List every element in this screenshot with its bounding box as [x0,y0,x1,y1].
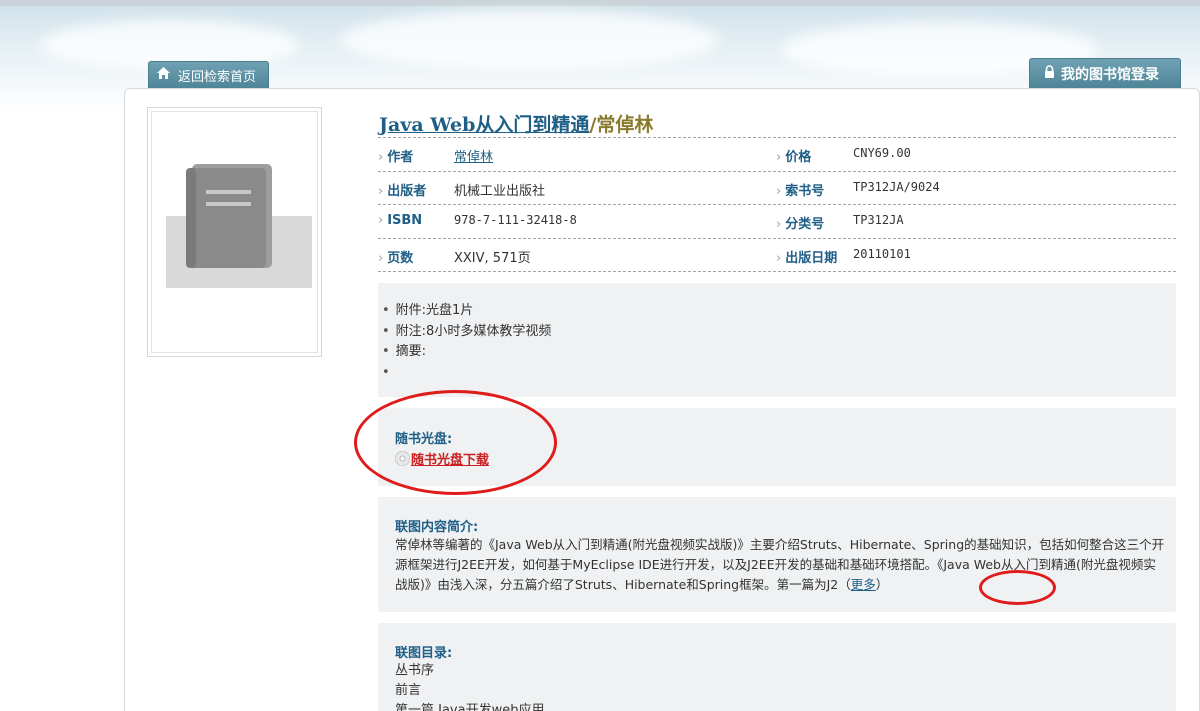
toc-item: 前言 [395,683,422,698]
summary-text: 常倬林等编著的《Java Web从入门到精通(附光盘视频实战版)》主要介绍Str… [395,535,1165,595]
more-open: （ [838,577,851,592]
book-placeholder-icon [186,162,276,274]
class-number-value: TP312JA [853,213,904,227]
note-empty [382,363,1176,384]
note-abstract: 摘要: [382,342,1176,363]
library-login-tab[interactable]: 我的图书馆登录 [1029,58,1181,88]
author-value: 常倬林 [454,146,493,165]
book-cover [147,107,322,357]
note-attachment: 附件:光盘1片 [382,301,1176,322]
back-tab-label: 返回检索首页 [178,69,257,85]
pub-date-label: 出版日期 [776,247,837,266]
info-row-author-price: 作者 常倬林 价格 CNY69.00 [378,138,1176,172]
summary-body: 常倬林等编著的《Java Web从入门到精通(附光盘视频实战版)》主要介绍Str… [395,537,1165,592]
toc-item: 第一篇 Java开发web应用 [395,703,545,711]
book-title: Java Web从入门到精通/常倬林 [379,110,653,137]
book-info-table: 作者 常倬林 价格 CNY69.00 出版者 机械工业出版社 索书号 TP312… [378,137,1176,272]
publisher-label: 出版者 [378,180,426,199]
toc-item: 丛书序 [395,663,435,678]
more-link[interactable]: 更多 [851,577,876,592]
info-row-isbn-class: ISBN 978-7-111-32418-8 分类号 TP312JA [378,205,1176,239]
price-label: 价格 [776,146,811,165]
pages-label: 页数 [378,247,413,266]
isbn-label: ISBN [378,213,422,228]
info-row-publisher-callno: 出版者 机械工业出版社 索书号 TP312JA/9024 [378,172,1176,205]
home-icon [157,67,170,83]
price-value: CNY69.00 [853,146,911,160]
toc-box: 联图目录: 丛书序 前言 第一篇 Java开发web应用 [378,623,1176,711]
note-remark: 附注:8小时多媒体教学视频 [382,322,1176,343]
call-number-label: 索书号 [776,180,824,199]
book-title-author: /常倬林 [589,114,654,136]
info-row-pages-date: 页数 XXIV, 571页 出版日期 20110101 [378,239,1176,272]
disc-title: 随书光盘: [395,432,453,447]
cd-icon [395,451,410,466]
disc-download-link[interactable]: 随书光盘下载 [395,449,489,468]
summary-title: 联图内容简介: [395,520,479,535]
pages-value: XXIV, 571页 [454,250,531,266]
disc-box: 随书光盘: 随书光盘下载 [378,408,1176,486]
lock-icon [1044,65,1055,82]
pub-date-value: 20110101 [853,246,911,261]
isbn-value: 978-7-111-32418-8 [454,213,577,227]
toc-list: 丛书序 前言 第一篇 Java开发web应用 [395,661,544,711]
login-tab-label: 我的图书馆登录 [1061,66,1159,83]
disc-download-label: 随书光盘下载 [411,453,490,468]
book-title-link[interactable]: Java Web从入门到精通 [379,114,589,136]
author-label: 作者 [378,146,413,165]
class-number-label: 分类号 [776,213,824,232]
toc-title: 联图目录: [395,646,453,661]
publisher-value: 机械工业出版社 [454,183,546,199]
call-number-value: TP312JA/9024 [853,179,940,194]
back-to-search-home-tab[interactable]: 返回检索首页 [148,61,269,88]
more-close: ） [875,577,889,592]
summary-box: 联图内容简介: 常倬林等编著的《Java Web从入门到精通(附光盘视频实战版)… [378,497,1176,612]
author-link[interactable]: 常倬林 [454,150,493,165]
notes-box: 附件:光盘1片 附注:8小时多媒体教学视频 摘要: [378,283,1176,397]
